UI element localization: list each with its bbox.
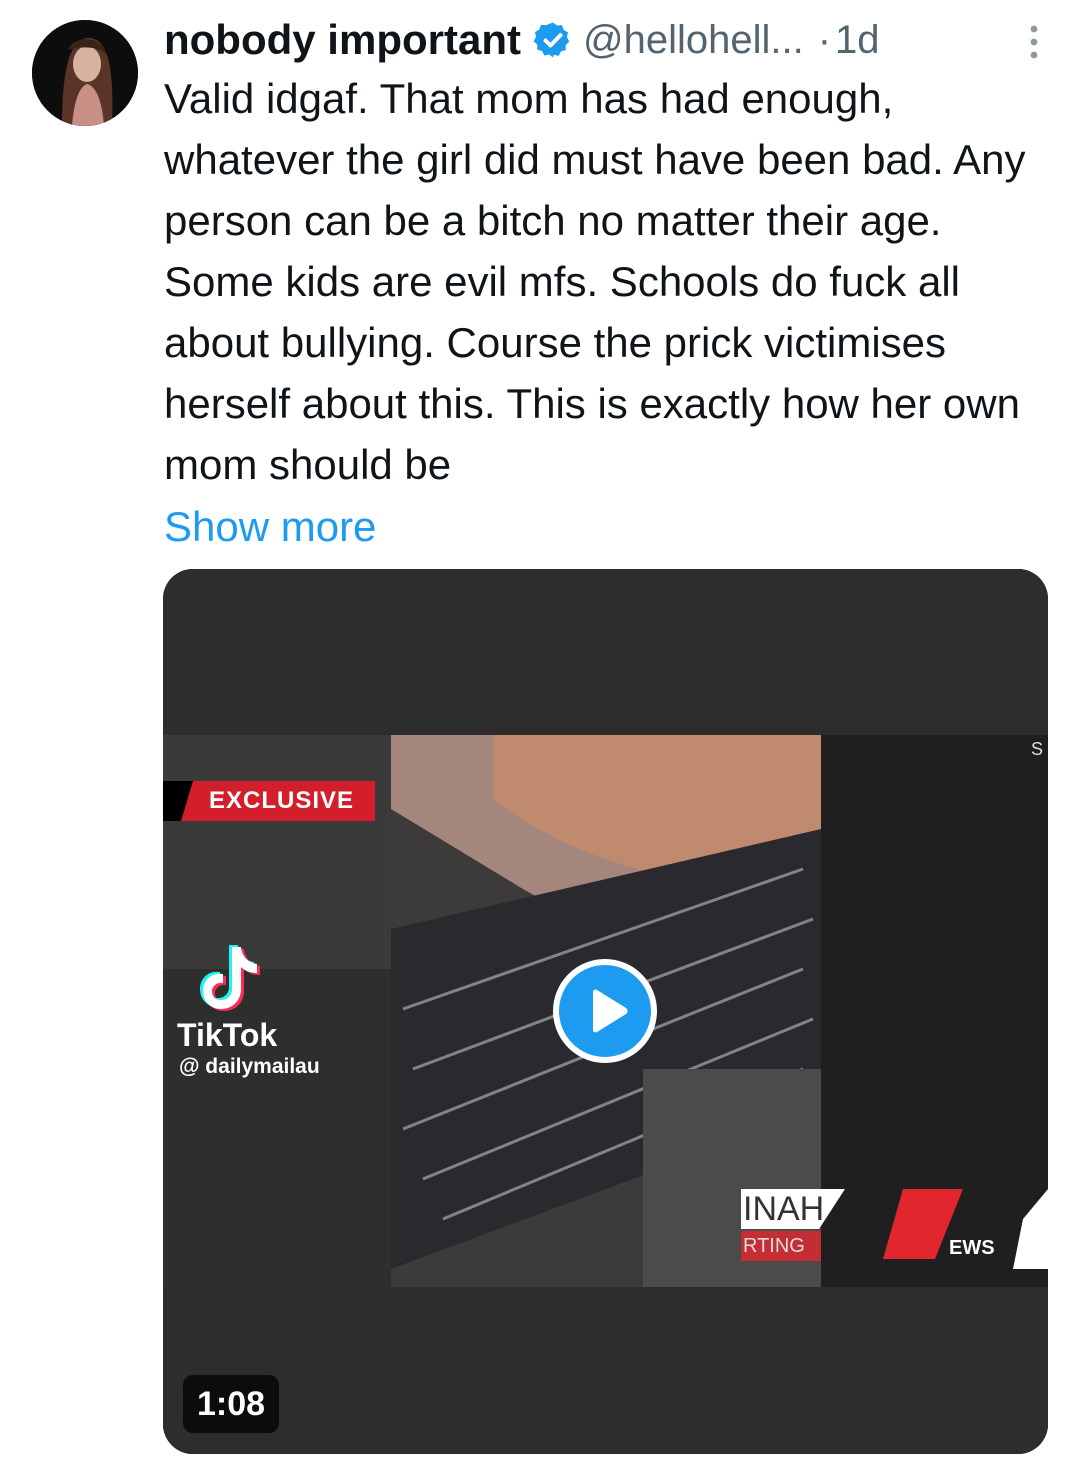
more-vertical-icon[interactable] bbox=[1028, 22, 1040, 62]
ticker-bottom-text: RTING bbox=[741, 1231, 821, 1261]
avatar-image bbox=[32, 20, 138, 126]
timestamp[interactable]: 1d bbox=[835, 18, 880, 63]
exclusive-banner: EXCLUSIVE bbox=[163, 781, 375, 821]
video-duration: 1:08 bbox=[183, 1375, 280, 1433]
news-logo-text: EWS bbox=[949, 1237, 995, 1259]
channel-seven-mark bbox=[163, 781, 193, 821]
show-more-link[interactable]: Show more bbox=[164, 496, 376, 557]
verified-badge-icon bbox=[533, 22, 570, 58]
play-icon bbox=[593, 989, 628, 1033]
tiktok-watermark-label: TikTok bbox=[177, 1017, 278, 1053]
author-name[interactable]: nobody important bbox=[164, 16, 521, 64]
tweet-text: Valid idgaf. That mom has had enough, wh… bbox=[164, 75, 1026, 488]
play-button[interactable] bbox=[553, 959, 657, 1063]
news-ticker: INAH RTING bbox=[741, 1189, 845, 1269]
avatar[interactable] bbox=[32, 20, 138, 126]
tiktok-logo-icon bbox=[200, 945, 260, 1011]
corner-letter: S bbox=[1031, 739, 1044, 759]
video-player[interactable]: EXCLUSIVE TikTok @ dailymailau S INAH RT… bbox=[163, 569, 1048, 1454]
tweet-header: nobody important @hellohell... · 1d bbox=[164, 14, 1040, 66]
ticker-top-text: INAH bbox=[741, 1189, 845, 1229]
exclusive-label: EXCLUSIVE bbox=[209, 787, 355, 814]
tiktok-watermark-handle: @ dailymailau bbox=[179, 1055, 320, 1078]
author-handle[interactable]: @hellohell... bbox=[583, 18, 804, 63]
separator-dot: · bbox=[817, 17, 832, 62]
